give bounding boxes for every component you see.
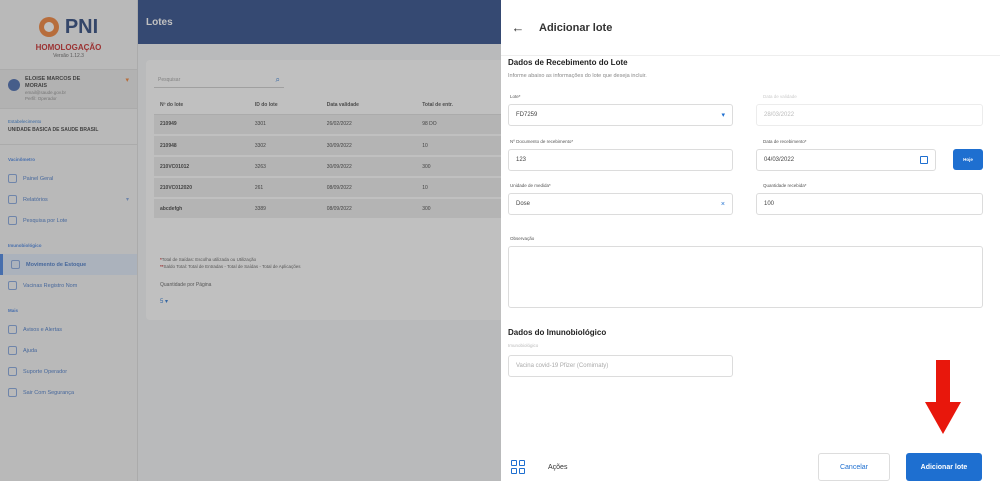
- unidade-value: Dose: [516, 201, 531, 207]
- clear-icon[interactable]: ×: [721, 201, 725, 208]
- chevron-down-icon: ▾: [721, 112, 725, 119]
- drawer-footer: Ações Cancelar Adicionar lote: [501, 444, 1000, 481]
- modal-overlay[interactable]: [0, 0, 501, 481]
- lote-select[interactable]: FD7259 ▾: [508, 104, 733, 126]
- documento-value: 123: [516, 157, 527, 163]
- red-down-arrow-icon: [925, 360, 961, 434]
- unidade-select[interactable]: Dose ×: [508, 193, 733, 215]
- recebimento-date-input[interactable]: 04/03/2022: [756, 149, 936, 171]
- section-title: Dados do Imunobiológico: [508, 328, 607, 337]
- add-lote-drawer: ← Adicionar lote Dados de Recebimento do…: [501, 0, 1000, 481]
- field-label: Imunobiológico: [508, 343, 539, 348]
- cancel-button[interactable]: Cancelar: [818, 453, 890, 481]
- field-label: Unidade de medida*: [510, 183, 551, 188]
- field-label: Nº Documento de recebimento*: [510, 139, 574, 144]
- today-button[interactable]: Hoje: [953, 149, 983, 170]
- field-label: Lote*: [510, 94, 521, 99]
- documento-input[interactable]: 123: [508, 149, 733, 171]
- add-lote-button[interactable]: Adicionar lote: [906, 453, 982, 481]
- calendar-icon[interactable]: [920, 156, 928, 164]
- actions-label[interactable]: Ações: [548, 464, 567, 471]
- observacao-textarea[interactable]: [508, 246, 983, 308]
- section-subtitle: Informe abaixo as informações do lote qu…: [508, 73, 647, 79]
- field-label: Quantidade recebida*: [763, 183, 807, 188]
- quantidade-value: 100: [764, 201, 775, 207]
- section-title: Dados de Recebimento do Lote: [508, 58, 628, 67]
- drawer-header: ← Adicionar lote: [501, 0, 1000, 56]
- lote-value: FD7259: [516, 112, 538, 118]
- validade-value: 28/03/2022: [764, 112, 795, 118]
- field-label: Data de recebimento*: [763, 139, 807, 144]
- recebimento-value: 04/03/2022: [764, 157, 795, 163]
- quantidade-input[interactable]: 100: [756, 193, 983, 215]
- back-arrow-icon[interactable]: ←: [511, 20, 525, 35]
- field-label: Data de validade: [763, 94, 797, 99]
- actions-grid-icon[interactable]: [511, 460, 525, 474]
- drawer-title: Adicionar lote: [539, 21, 613, 34]
- imunobiologico-select[interactable]: Vacina covid-19 Pfizer (Comirnaty): [508, 355, 733, 377]
- imunobiologico-placeholder: Vacina covid-19 Pfizer (Comirnaty): [516, 363, 609, 369]
- validade-field: 28/03/2022: [756, 104, 983, 126]
- field-label: Observação: [510, 236, 535, 241]
